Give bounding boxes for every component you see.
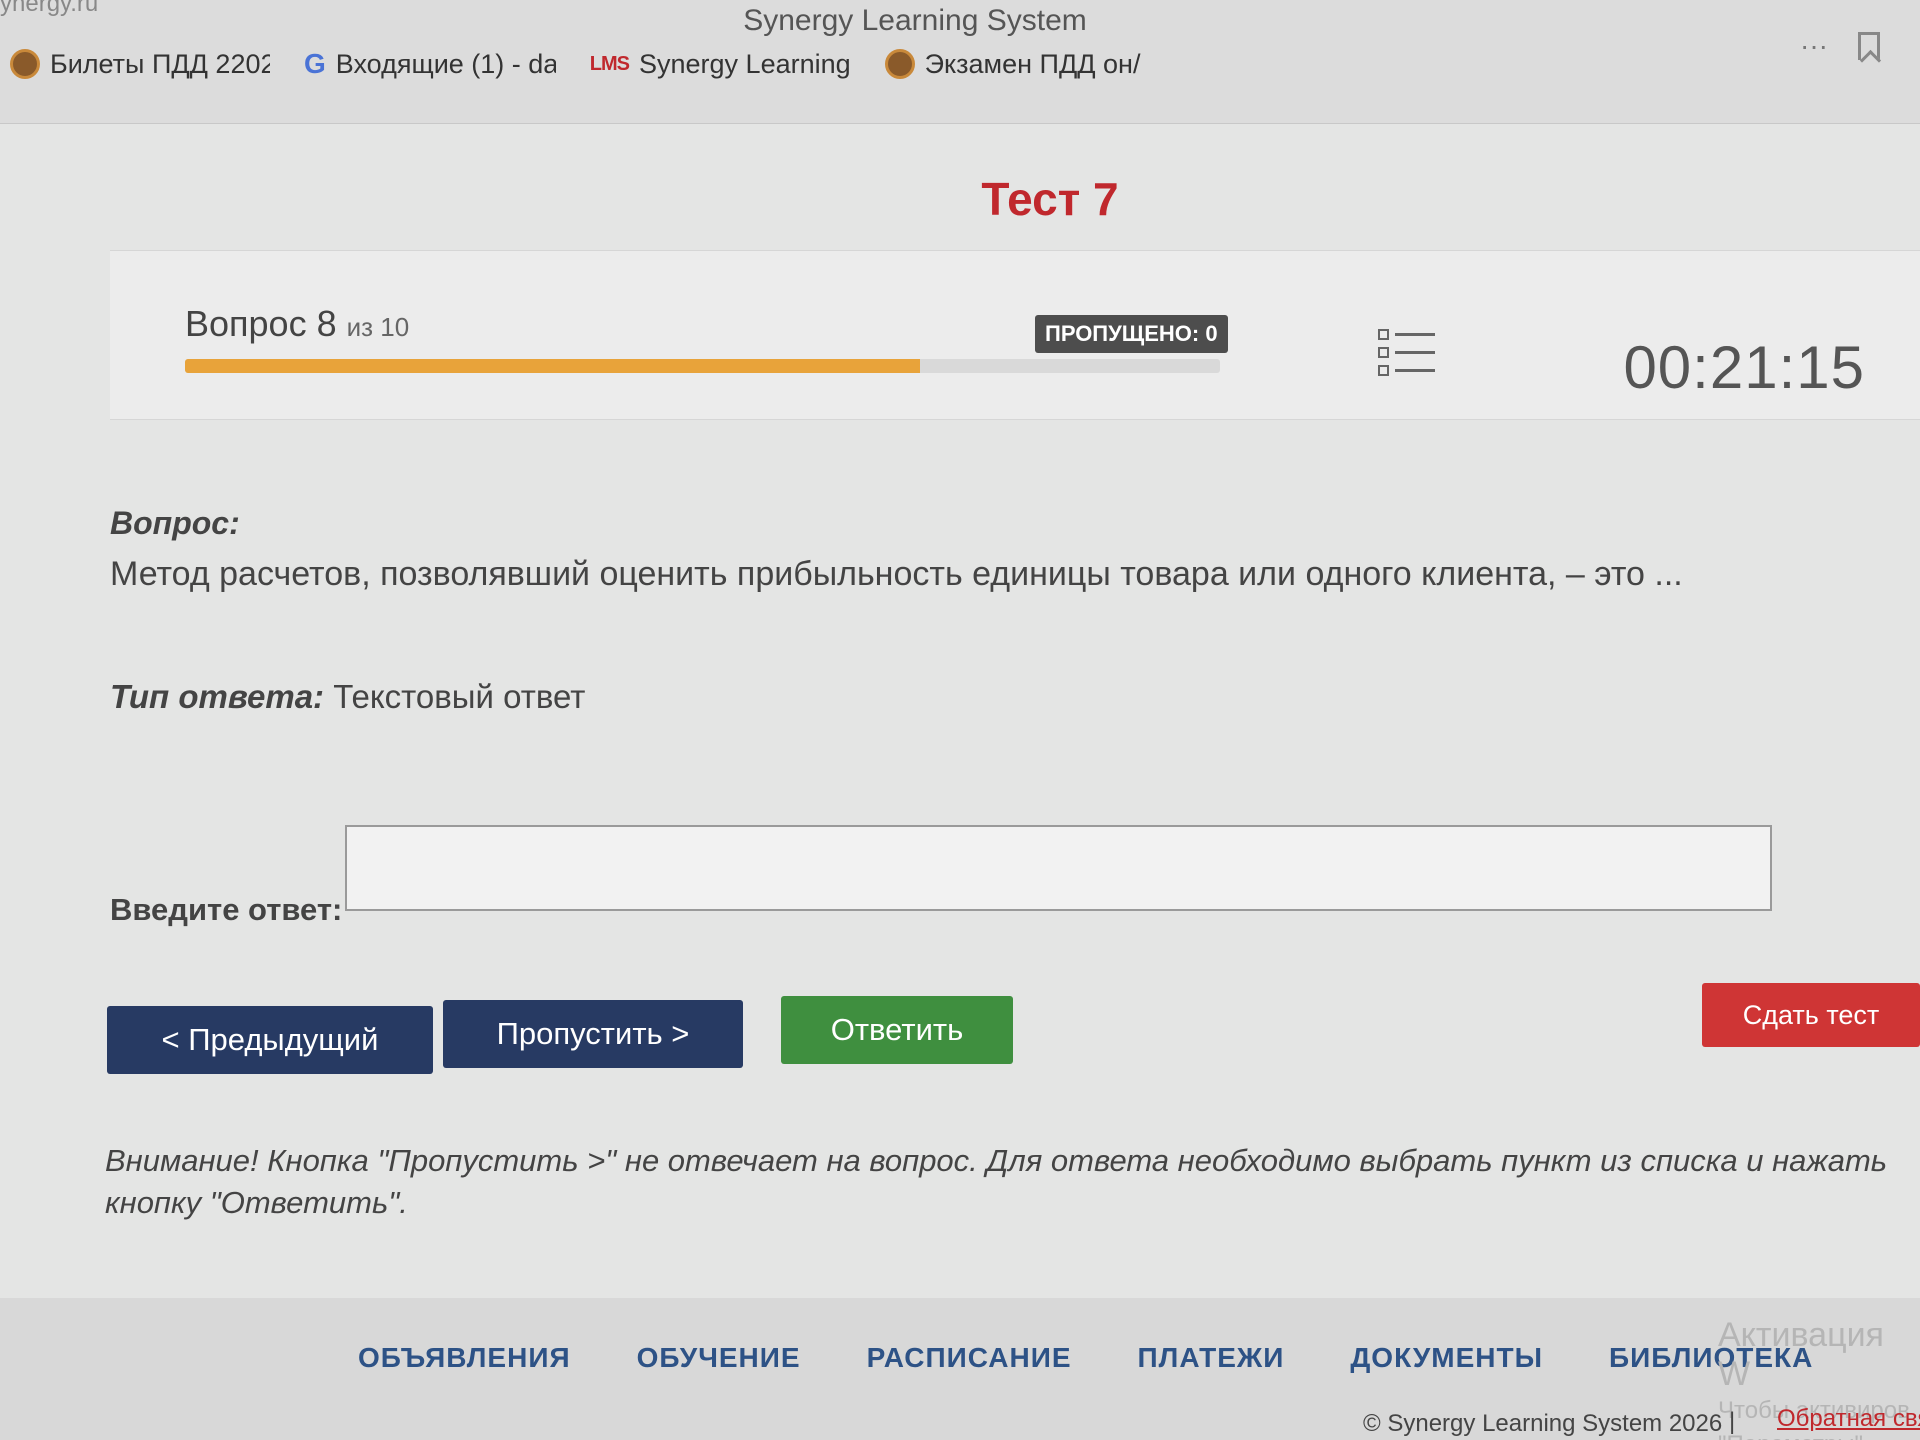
question-total: из 10 (346, 312, 410, 342)
bookmark-inbox[interactable]: G Входящие (1) - da (304, 48, 556, 80)
question-label: Вопрос: (110, 505, 240, 541)
chrome-toolbar: ··· (1800, 30, 1880, 62)
progress-bar (185, 359, 1220, 373)
feedback-link[interactable]: Обратная связь (1777, 1405, 1920, 1433)
question-list-icon[interactable] (1378, 325, 1436, 379)
answer-type-value: Текстовый ответ (324, 678, 586, 715)
bookmark-label: Билеты ПДД 2202 (50, 48, 270, 79)
answer-button[interactable]: Ответить (781, 996, 1013, 1064)
submit-test-button[interactable]: Сдать тест (1702, 983, 1920, 1047)
question-counter: Вопрос 8 из 10 (185, 303, 409, 345)
bookmark-synergy-learning[interactable]: LMS Synergy Learning (590, 49, 851, 80)
bookmark-pdd-tickets[interactable]: Билеты ПДД 2202 (10, 49, 270, 80)
question-text: Метод расчетов, позволявший оценить приб… (110, 555, 1683, 593)
footer-nav: ОБЪЯВЛЕНИЯ ОБУЧЕНИЕ РАСПИСАНИЕ ПЛАТЕЖИ Д… (358, 1342, 1813, 1374)
footer: ОБЪЯВЛЕНИЯ ОБУЧЕНИЕ РАСПИСАНИЕ ПЛАТЕЖИ Д… (0, 1298, 1920, 1440)
answer-type-label: Тип ответа: (110, 678, 325, 715)
answer-label: Введите ответ: (110, 892, 343, 927)
bookmark-label: Входящие (1) - da (335, 48, 556, 79)
skip-button[interactable]: Пропустить > (443, 1000, 743, 1068)
bookmarks-bar: Билеты ПДД 2202 G Входящие (1) - da LMS … (10, 48, 1140, 80)
copyright: © Synergy Learning System 2026 (1363, 1410, 1723, 1437)
lms-icon: LMS (589, 52, 630, 75)
previous-button[interactable]: < Предыдущий (107, 1006, 433, 1074)
warning-text: Внимание! Кнопка "Пропустить >" не отвеч… (105, 1143, 1888, 1220)
google-icon: G (304, 48, 326, 79)
answer-input[interactable] (345, 825, 1772, 911)
progress-fill (185, 359, 920, 373)
browser-chrome: ynergy.ru Synergy Learning System ··· Би… (0, 0, 1920, 124)
skipped-badge: ПРОПУЩЕНО: 0 (1035, 315, 1228, 353)
test-status-panel: Вопрос 8 из 10 ПРОПУЩЕНО: 0 00:21:15 (110, 250, 1920, 420)
footer-separator: | (1729, 1408, 1736, 1435)
question-number: Вопрос 8 (185, 303, 337, 344)
pdd-exam-favicon-icon (884, 49, 915, 79)
pdd-favicon-icon (10, 49, 40, 79)
window-title: Synergy Learning System (743, 4, 1087, 37)
bookmark-pdd-exam[interactable]: Экзамен ПДД он/ (884, 48, 1141, 80)
bookmark-icon[interactable] (1858, 32, 1880, 60)
more-options-icon[interactable]: ··· (1800, 30, 1828, 62)
footer-link-documents[interactable]: ДОКУМЕНТЫ (1350, 1342, 1543, 1374)
bookmark-label: Synergy Learning (639, 48, 851, 79)
answer-type: Тип ответа: Текстовый ответ (110, 678, 585, 716)
footer-link-payments[interactable]: ПЛАТЕЖИ (1138, 1342, 1285, 1374)
page-title: Тест 7 (981, 173, 1119, 225)
activation-title: Активация W (1718, 1316, 1884, 1393)
footer-link-announcements[interactable]: ОБЪЯВЛЕНИЯ (358, 1342, 571, 1374)
bookmark-label: Экзамен ПДД он/ (924, 48, 1141, 79)
footer-link-education[interactable]: ОБУЧЕНИЕ (637, 1342, 801, 1374)
timer: 00:21:15 (1623, 334, 1865, 401)
footer-link-schedule[interactable]: РАСПИСАНИЕ (867, 1342, 1072, 1374)
